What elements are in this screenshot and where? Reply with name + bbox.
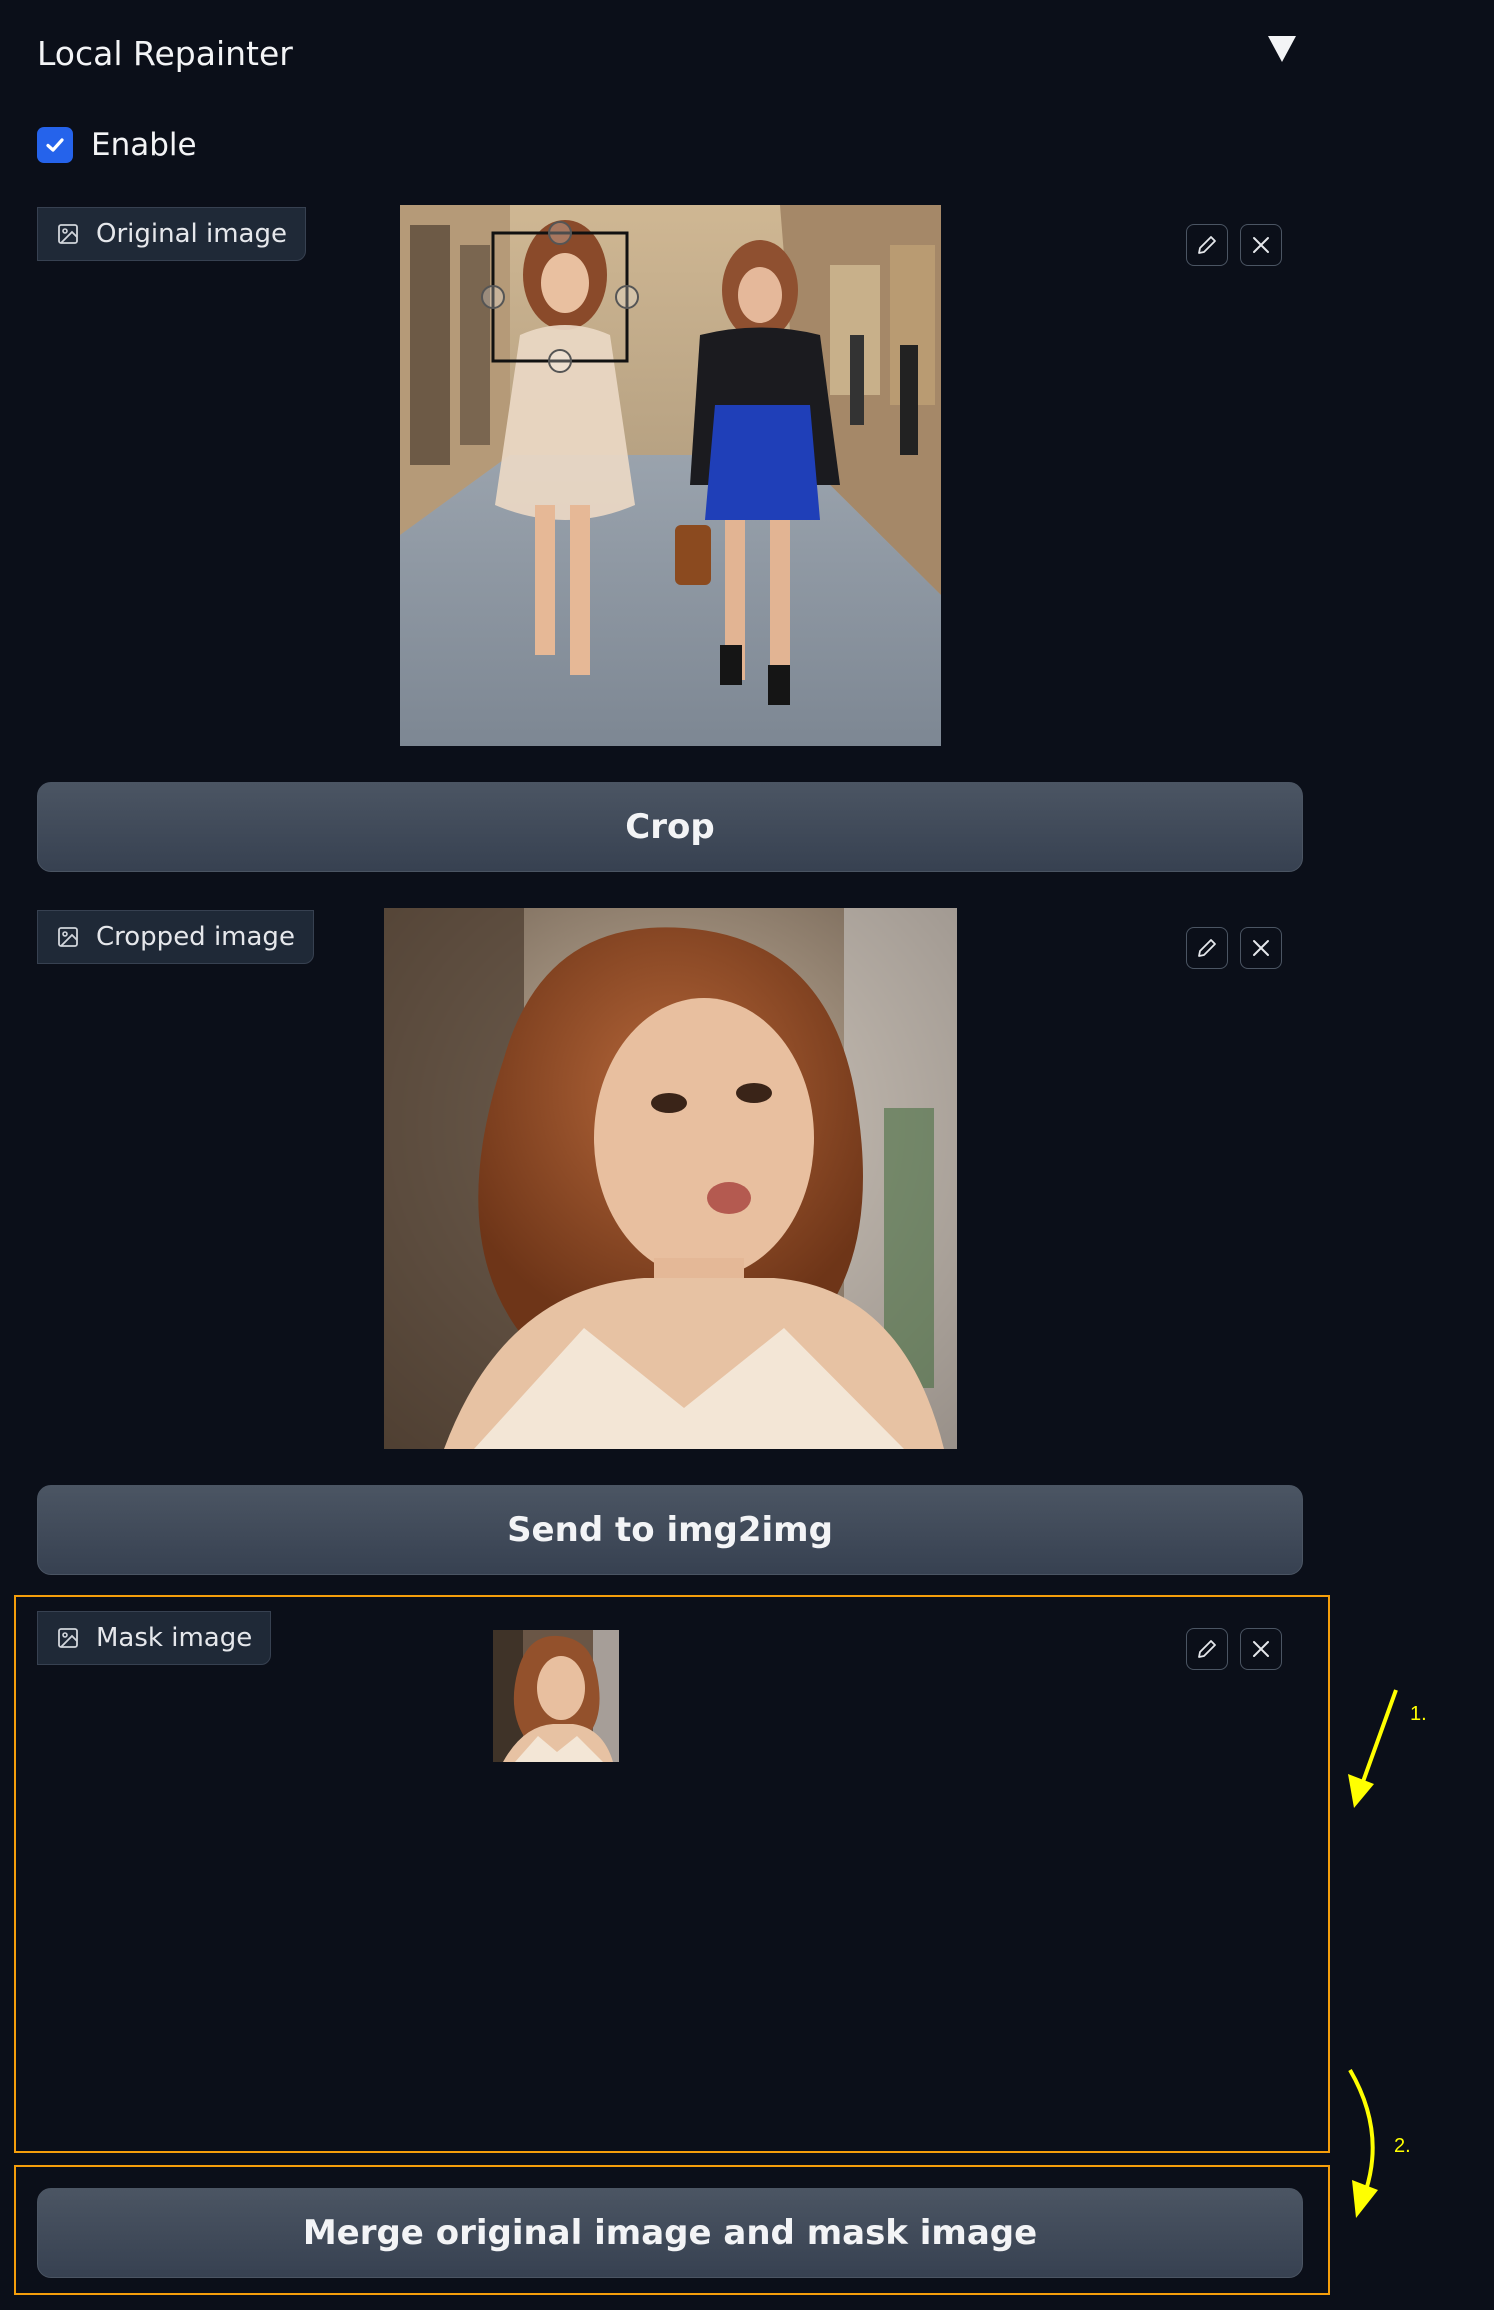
merge-button[interactable]: Merge original image and mask image xyxy=(37,2188,1303,2278)
edit-button[interactable] xyxy=(1186,1628,1228,1670)
edit-icon xyxy=(1198,1640,1216,1658)
annotation-arrows xyxy=(1348,1689,1398,2218)
mask-image-label: Mask image xyxy=(37,1611,272,1665)
panel-title: Local Repainter xyxy=(37,34,293,73)
original-image[interactable] xyxy=(400,205,941,746)
enable-checkbox[interactable] xyxy=(37,127,73,163)
image-icon xyxy=(58,224,78,244)
close-icon xyxy=(1253,940,1269,956)
original-image-label: Original image xyxy=(37,207,306,261)
collapse-triangle-icon[interactable] xyxy=(1268,36,1296,62)
enable-label: Enable xyxy=(91,127,197,163)
cropped-image-label-text: Cropped image xyxy=(96,922,295,952)
edit-icon xyxy=(1198,236,1216,254)
mask-image-highlight xyxy=(14,1595,1330,2153)
edit-icon xyxy=(1198,939,1216,957)
check-icon xyxy=(46,138,64,152)
cropped-image[interactable] xyxy=(384,908,957,1449)
clear-button[interactable] xyxy=(1240,927,1282,969)
send-to-img2img-button[interactable]: Send to img2img xyxy=(37,1485,1303,1575)
original-image-label-text: Original image xyxy=(96,219,287,249)
close-icon xyxy=(1253,237,1269,253)
edit-button[interactable] xyxy=(1186,927,1228,969)
mask-image-label-text: Mask image xyxy=(96,1623,253,1653)
cropped-image-label: Cropped image xyxy=(37,910,314,964)
clear-button[interactable] xyxy=(1240,1628,1282,1670)
edit-button[interactable] xyxy=(1186,224,1228,266)
clear-button[interactable] xyxy=(1240,224,1282,266)
crop-button[interactable]: Crop xyxy=(37,782,1303,872)
annotation-step-1: 1. xyxy=(1410,1703,1427,1725)
close-icon xyxy=(1253,1641,1269,1657)
image-icon xyxy=(58,927,78,947)
mask-image[interactable] xyxy=(493,1630,619,1762)
annotation-step-2: 2. xyxy=(1394,2135,1411,2157)
image-icon xyxy=(58,1628,78,1648)
